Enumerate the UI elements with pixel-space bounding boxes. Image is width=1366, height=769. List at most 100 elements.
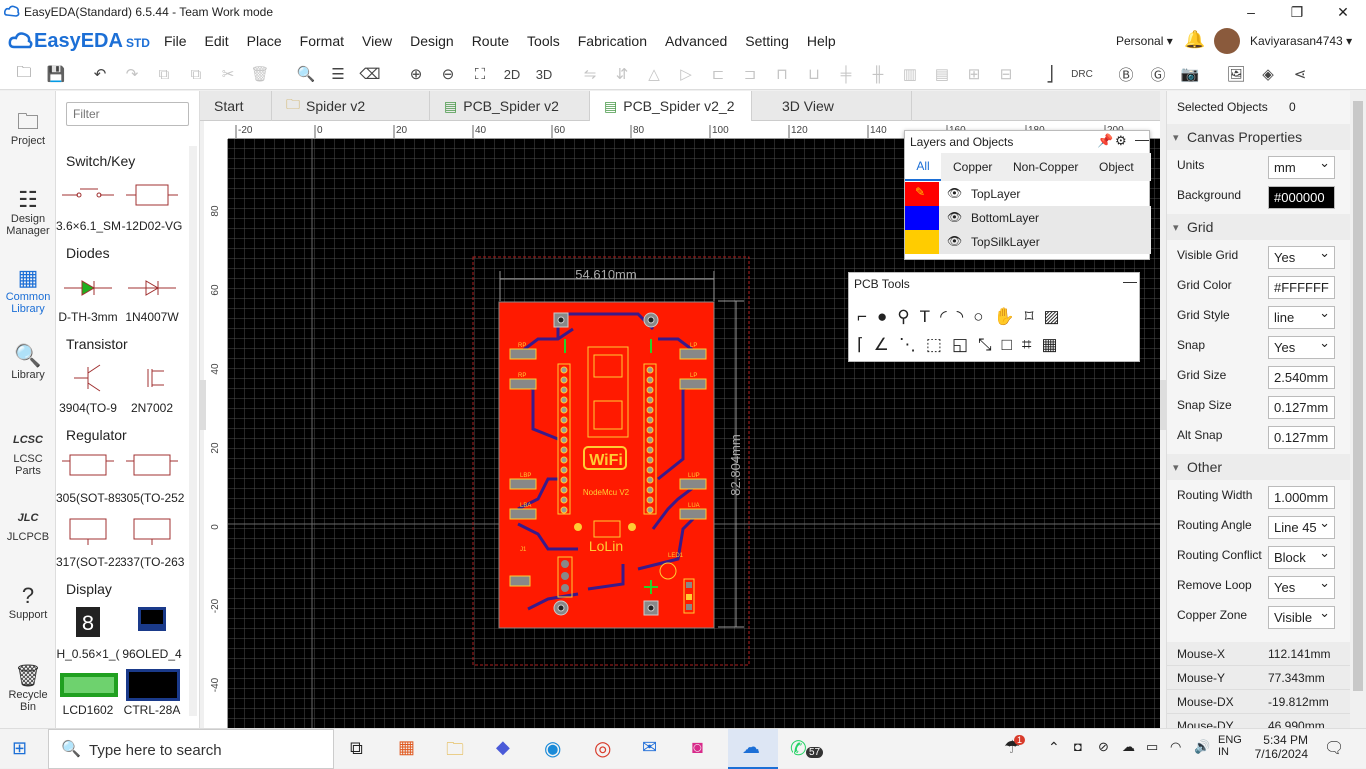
menu-tools[interactable]: Tools <box>527 33 560 49</box>
lib-item[interactable]: H_0.56×1_( <box>56 647 120 661</box>
eye-icon[interactable]: 👁 <box>947 234 962 248</box>
regulator-symbol-icon[interactable] <box>60 451 116 483</box>
visible-grid-select[interactable]: Yes <box>1268 246 1335 269</box>
lib-item[interactable]: -12D02-VG <box>120 219 184 233</box>
seven-segment-icon[interactable]: 8 <box>60 605 116 637</box>
solid-region-icon[interactable]: ◱ <box>952 335 978 354</box>
routing-conflict-select[interactable]: Block <box>1268 546 1335 569</box>
lib-item[interactable]: D-TH-3mm <box>56 310 120 324</box>
rotate-right-icon[interactable]: ▷ <box>674 62 698 86</box>
menu-view[interactable]: View <box>362 33 392 49</box>
text-icon[interactable]: T <box>920 307 940 326</box>
category-transistor[interactable]: Transistor <box>66 336 128 352</box>
zoom-in-icon[interactable]: ⊕ <box>404 62 428 86</box>
lib-item[interactable]: LCD1602 <box>56 703 120 717</box>
nav-common-library[interactable]: ▦ Common Library <box>0 265 56 315</box>
whatsapp-icon[interactable]: ✆ <box>790 736 807 761</box>
lib-item[interactable]: 1N4007W <box>120 310 184 324</box>
copy-icon[interactable]: ⧉ <box>152 62 176 86</box>
properties-scrollbar[interactable] <box>1350 91 1366 728</box>
menu-fabrication[interactable]: Fabrication <box>578 33 647 49</box>
camera-icon[interactable]: 📷 <box>1178 62 1202 86</box>
snap-size-field[interactable]: 0.127mm <box>1268 396 1335 419</box>
tab-3d-view[interactable]: 3D View <box>752 91 912 121</box>
menu-setting[interactable]: Setting <box>745 33 789 49</box>
pin-icon[interactable]: 📌 <box>1097 133 1113 149</box>
menu-help[interactable]: Help <box>807 33 836 49</box>
distribute-v-icon[interactable]: ▤ <box>930 62 954 86</box>
npn-symbol-icon[interactable] <box>60 361 116 393</box>
layer-row-bottom[interactable]: 👁 BottomLayer <box>905 206 1151 230</box>
routing-width-field[interactable]: 1.000mm <box>1268 486 1335 509</box>
layers-tab-non-copper[interactable]: Non-Copper <box>1013 160 1078 174</box>
lib-item[interactable]: 96OLED_4 <box>120 647 184 661</box>
taskbar-search[interactable]: 🔍 Type here to search <box>48 729 334 769</box>
cut-icon[interactable]: ✂ <box>216 62 240 86</box>
edge-icon[interactable]: ◉ <box>544 736 561 761</box>
group-icon[interactable]: ⊞ <box>962 62 986 86</box>
maximize-button[interactable]: ❐ <box>1274 0 1320 24</box>
align-bottom-icon[interactable]: ⊔ <box>802 62 826 86</box>
bom-icon[interactable]: Ⓑ <box>1114 62 1138 86</box>
gear-icon[interactable]: ⚙ <box>1115 133 1127 149</box>
tab-pcb-spider-v2-2[interactable]: ▤ PCB_Spider v2_2 <box>590 91 752 121</box>
align-center-icon[interactable]: ╪ <box>834 62 858 86</box>
circle-icon[interactable]: ○ <box>973 307 993 326</box>
hand-icon[interactable]: ✋ <box>994 307 1025 326</box>
section-grid[interactable]: Grid <box>1167 214 1350 240</box>
image-icon[interactable]: 🖼 <box>1224 62 1248 86</box>
layer-color-swatch[interactable]: ✎ <box>905 182 939 206</box>
fit-icon[interactable]: ⛶ <box>468 62 492 86</box>
minimize-panel-icon[interactable]: — <box>1135 131 1149 147</box>
background-color-field[interactable]: #000000 <box>1268 186 1335 209</box>
tab-start[interactable]: Start <box>200 91 272 121</box>
layer-row-topsilk[interactable]: 👁 TopSilkLayer <box>905 230 1151 254</box>
explorer-icon[interactable]: 🗀 <box>446 737 464 767</box>
battery-icon[interactable]: ▭ <box>1146 739 1158 755</box>
menu-advanced[interactable]: Advanced <box>665 33 727 49</box>
share-icon[interactable]: ⋖ <box>1288 62 1312 86</box>
category-display[interactable]: Display <box>66 581 112 597</box>
units-select[interactable]: mm <box>1268 156 1335 179</box>
drc-button[interactable]: DRC <box>1068 62 1096 86</box>
chevron-up-icon[interactable]: ⌃ <box>1048 739 1060 756</box>
tab-pcb-spider-v2[interactable]: ▤ PCB_Spider v2 <box>430 91 590 121</box>
section-other[interactable]: Other <box>1167 454 1350 480</box>
oled-display-icon[interactable] <box>124 605 180 637</box>
open-folder-icon[interactable]: 🗀 <box>12 62 36 86</box>
lib-item[interactable]: 337(TO-263 <box>120 555 184 569</box>
tft-display-icon[interactable] <box>122 669 184 701</box>
dimension-icon[interactable]: ⌈ <box>857 335 874 354</box>
align-right-icon[interactable]: ⊐ <box>738 62 762 86</box>
left-collapse-handle[interactable] <box>200 380 206 430</box>
user-menu[interactable]: Kaviyarasan4743 ▾ <box>1250 34 1352 48</box>
onedrive-icon[interactable]: ☁ <box>1122 739 1135 755</box>
lib-item[interactable]: 317(SOT-22 <box>56 555 120 569</box>
category-switch-key[interactable]: Switch/Key <box>66 153 135 169</box>
routing-angle-select[interactable]: Line 45 <box>1268 516 1335 539</box>
menu-route[interactable]: Route <box>472 33 509 49</box>
regulator-adj-symbol-icon[interactable] <box>124 515 180 547</box>
layers-tab-all[interactable]: All <box>905 153 941 181</box>
connect-pad-icon[interactable]: ⋱ <box>899 335 926 354</box>
clock[interactable]: 5:34 PM 7/16/2024 <box>1254 733 1308 761</box>
align-left-icon[interactable]: ⊏ <box>706 62 730 86</box>
category-regulator[interactable]: Regulator <box>66 427 127 443</box>
section-canvas-properties[interactable]: Canvas Properties <box>1167 124 1350 150</box>
camera-icon[interactable]: ◘ <box>1074 739 1082 754</box>
windows-start-icon[interactable]: ⊞ <box>12 738 27 759</box>
eye-icon[interactable]: 👁 <box>947 210 962 224</box>
via-icon[interactable]: ⚲ <box>897 307 919 326</box>
distribute-h-icon[interactable]: ▥ <box>898 62 922 86</box>
alt-snap-field[interactable]: 0.127mm <box>1268 426 1335 449</box>
minimize-button[interactable]: – <box>1228 0 1274 24</box>
wifi-icon[interactable]: ◠ <box>1170 739 1181 755</box>
grid-style-select[interactable]: line <box>1268 306 1335 329</box>
lib-item[interactable]: 305(SOT-89 <box>56 491 120 505</box>
copilot-icon[interactable]: ◆ <box>496 737 510 758</box>
save-icon[interactable]: 💾 <box>44 62 68 86</box>
volume-icon[interactable]: 🔊 <box>1194 739 1210 755</box>
align-top-icon[interactable]: ⊓ <box>770 62 794 86</box>
eye-icon[interactable]: 👁 <box>947 186 962 200</box>
bell-icon[interactable]: 🔔 <box>1184 30 1205 50</box>
